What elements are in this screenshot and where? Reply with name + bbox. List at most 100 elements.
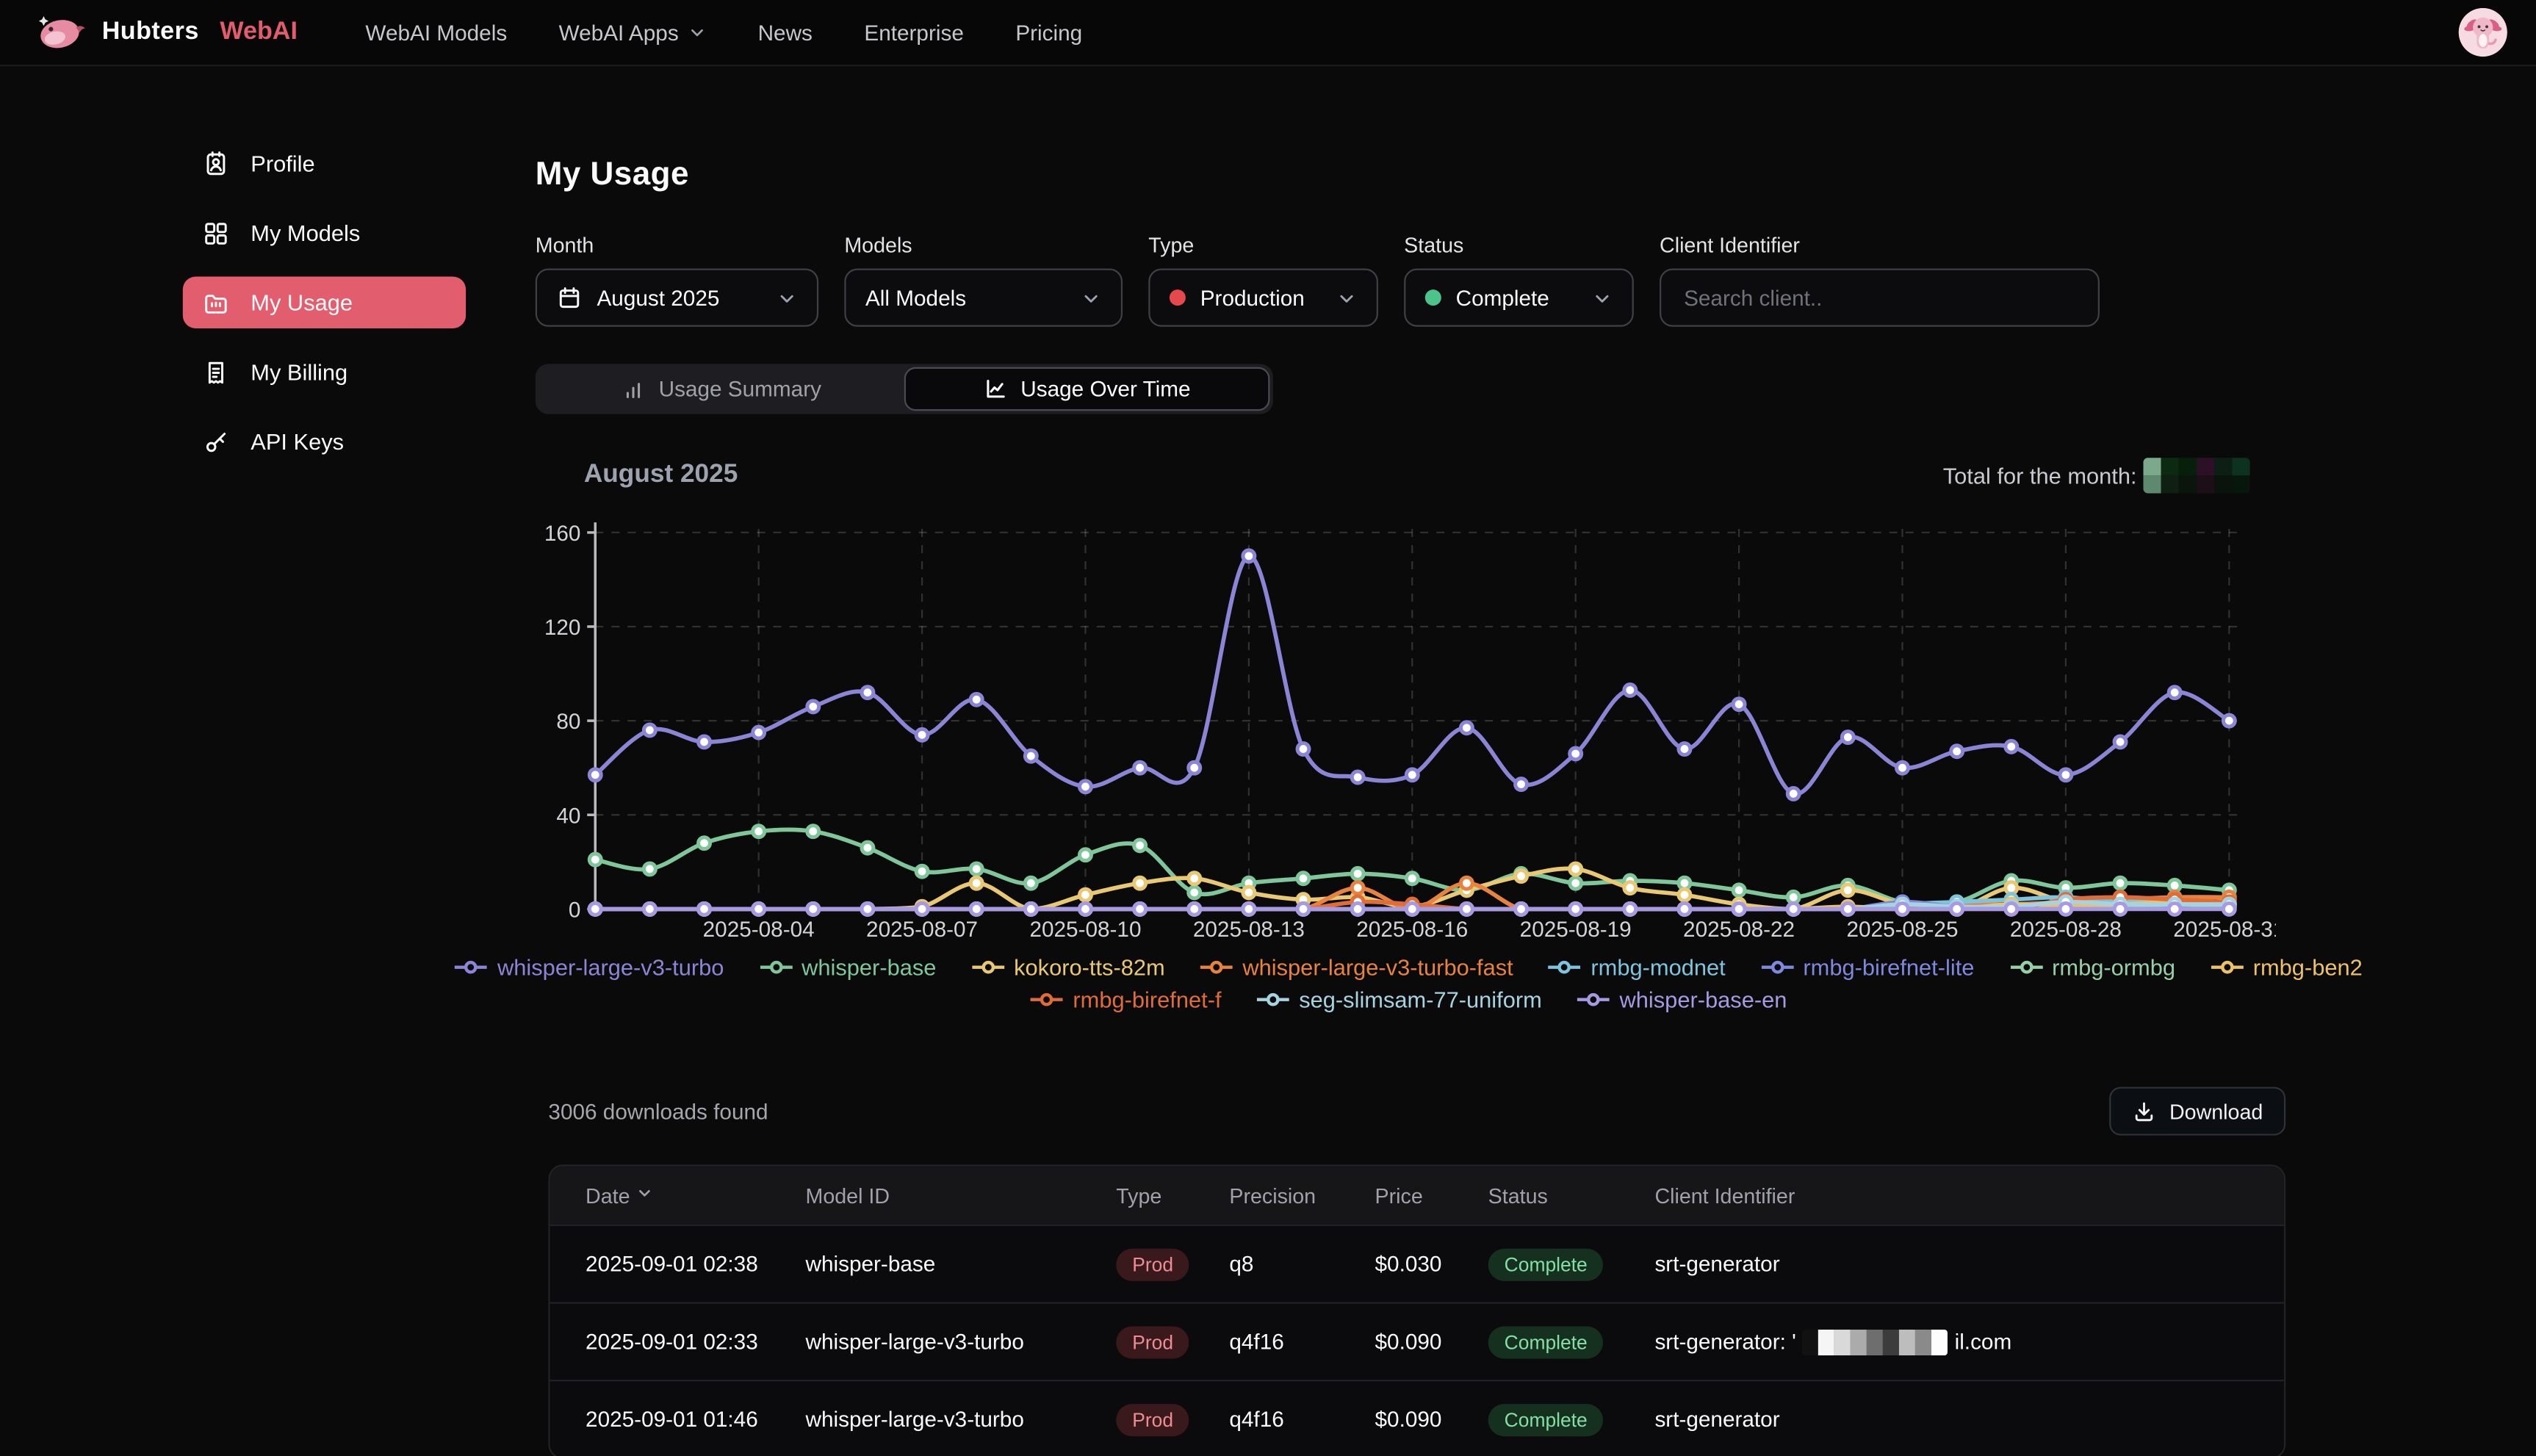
data-point[interactable] <box>753 826 765 837</box>
data-point[interactable] <box>1080 781 1092 793</box>
data-point[interactable] <box>1570 903 1582 915</box>
data-point[interactable] <box>699 903 710 915</box>
data-point[interactable] <box>1243 887 1255 898</box>
legend-item-whisper-large-v3-turbo[interactable]: whisper-large-v3-turbo <box>455 954 724 980</box>
data-point[interactable] <box>1460 722 1472 734</box>
data-point[interactable] <box>644 724 655 736</box>
data-point[interactable] <box>970 877 982 889</box>
data-point[interactable] <box>1134 762 1146 774</box>
data-point[interactable] <box>807 826 819 837</box>
legend-item-whisper-large-v3-turbo-fast[interactable]: whisper-large-v3-turbo-fast <box>1200 954 1513 980</box>
data-point[interactable] <box>1460 877 1472 889</box>
data-point[interactable] <box>1951 903 1963 915</box>
legend-item-rmbg-ormbg[interactable]: rmbg-ormbg <box>2010 954 2175 980</box>
sidebar-item-my-billing[interactable]: My Billing <box>183 346 466 397</box>
data-point[interactable] <box>1516 903 1527 915</box>
data-point[interactable] <box>970 863 982 875</box>
data-point[interactable] <box>1189 903 1200 915</box>
nav-link-enterprise[interactable]: Enterprise <box>864 21 963 45</box>
legend-item-kokoro-tts-82m[interactable]: kokoro-tts-82m <box>972 954 1165 980</box>
data-point[interactable] <box>1406 769 1418 781</box>
data-point[interactable] <box>1624 903 1636 915</box>
data-point[interactable] <box>2169 903 2180 915</box>
data-point[interactable] <box>862 842 873 854</box>
data-point[interactable] <box>1787 891 1799 903</box>
data-point[interactable] <box>753 903 765 915</box>
sidebar-item-profile[interactable]: Profile <box>183 137 466 189</box>
data-point[interactable] <box>1243 550 1255 562</box>
data-point[interactable] <box>1297 873 1309 884</box>
data-point[interactable] <box>1842 732 1854 743</box>
data-point[interactable] <box>1297 903 1309 915</box>
data-point[interactable] <box>1025 903 1037 915</box>
data-point[interactable] <box>1189 873 1200 884</box>
legend-item-seg-slimsam-77-uniform[interactable]: seg-slimsam-77-uniform <box>1257 987 1542 1012</box>
sidebar-item-api-keys[interactable]: API Keys <box>183 416 466 467</box>
data-point[interactable] <box>807 701 819 713</box>
data-point[interactable] <box>807 903 819 915</box>
data-point[interactable] <box>2169 879 2180 891</box>
data-point[interactable] <box>2114 877 2126 889</box>
legend-item-rmbg-ben2[interactable]: rmbg-ben2 <box>2211 954 2362 980</box>
data-point[interactable] <box>1733 699 1745 710</box>
data-point[interactable] <box>1787 788 1799 800</box>
data-point[interactable] <box>1570 748 1582 760</box>
data-point[interactable] <box>1080 903 1092 915</box>
column-header-date[interactable]: Date <box>550 1183 806 1208</box>
data-point[interactable] <box>1352 771 1364 783</box>
data-point[interactable] <box>1406 903 1418 915</box>
user-avatar[interactable] <box>2459 8 2507 57</box>
data-point[interactable] <box>1679 877 1690 889</box>
data-point[interactable] <box>1134 877 1146 889</box>
data-point[interactable] <box>2006 740 2017 752</box>
legend-item-whisper-base-en[interactable]: whisper-base-en <box>1577 987 1787 1012</box>
data-point[interactable] <box>970 693 982 705</box>
type-select[interactable]: Production <box>1148 268 1378 326</box>
data-point[interactable] <box>1134 840 1146 851</box>
data-point[interactable] <box>2006 903 2017 915</box>
data-point[interactable] <box>1570 877 1582 889</box>
data-point[interactable] <box>589 769 601 781</box>
data-point[interactable] <box>1897 903 1909 915</box>
data-point[interactable] <box>1189 887 1200 898</box>
data-point[interactable] <box>2114 736 2126 748</box>
legend-item-whisper-base[interactable]: whisper-base <box>760 954 937 980</box>
data-point[interactable] <box>1080 849 1092 861</box>
data-point[interactable] <box>1733 903 1745 915</box>
data-point[interactable] <box>1134 903 1146 915</box>
data-point[interactable] <box>644 903 655 915</box>
data-point[interactable] <box>916 729 928 740</box>
data-point[interactable] <box>589 854 601 865</box>
data-point[interactable] <box>1025 877 1037 889</box>
data-point[interactable] <box>970 903 982 915</box>
data-point[interactable] <box>699 837 710 849</box>
sidebar-item-my-usage[interactable]: My Usage <box>183 277 466 328</box>
nav-link-webai-models[interactable]: WebAI Models <box>365 21 507 45</box>
download-button[interactable]: Download <box>2110 1087 2286 1136</box>
status-select[interactable]: Complete <box>1404 268 1634 326</box>
legend-item-rmbg-birefnet-lite[interactable]: rmbg-birefnet-lite <box>1761 954 1974 980</box>
month-select[interactable]: August 2025 <box>536 268 818 326</box>
data-point[interactable] <box>1516 871 1527 882</box>
data-point[interactable] <box>699 736 710 748</box>
data-point[interactable] <box>1624 882 1636 894</box>
nav-link-news[interactable]: News <box>758 21 813 45</box>
data-point[interactable] <box>2060 903 2072 915</box>
nav-link-pricing[interactable]: Pricing <box>1015 21 1082 45</box>
data-point[interactable] <box>1570 863 1582 875</box>
client-search-input[interactable] <box>1681 284 2079 311</box>
data-point[interactable] <box>1189 762 1200 774</box>
legend-item-rmbg-birefnet-f[interactable]: rmbg-birefnet-f <box>1031 987 1221 1012</box>
data-point[interactable] <box>1406 873 1418 884</box>
brand[interactable]: HubtersWebAI <box>35 13 298 52</box>
data-point[interactable] <box>1679 889 1690 901</box>
data-point[interactable] <box>644 863 655 875</box>
data-point[interactable] <box>2114 903 2126 915</box>
data-point[interactable] <box>916 865 928 877</box>
data-point[interactable] <box>2169 687 2180 699</box>
data-point[interactable] <box>1352 903 1364 915</box>
legend-item-rmbg-modnet[interactable]: rmbg-modnet <box>1549 954 1726 980</box>
tab-usage-over-time[interactable]: Usage Over Time <box>904 367 1270 411</box>
data-point[interactable] <box>1624 685 1636 696</box>
data-point[interactable] <box>862 687 873 699</box>
